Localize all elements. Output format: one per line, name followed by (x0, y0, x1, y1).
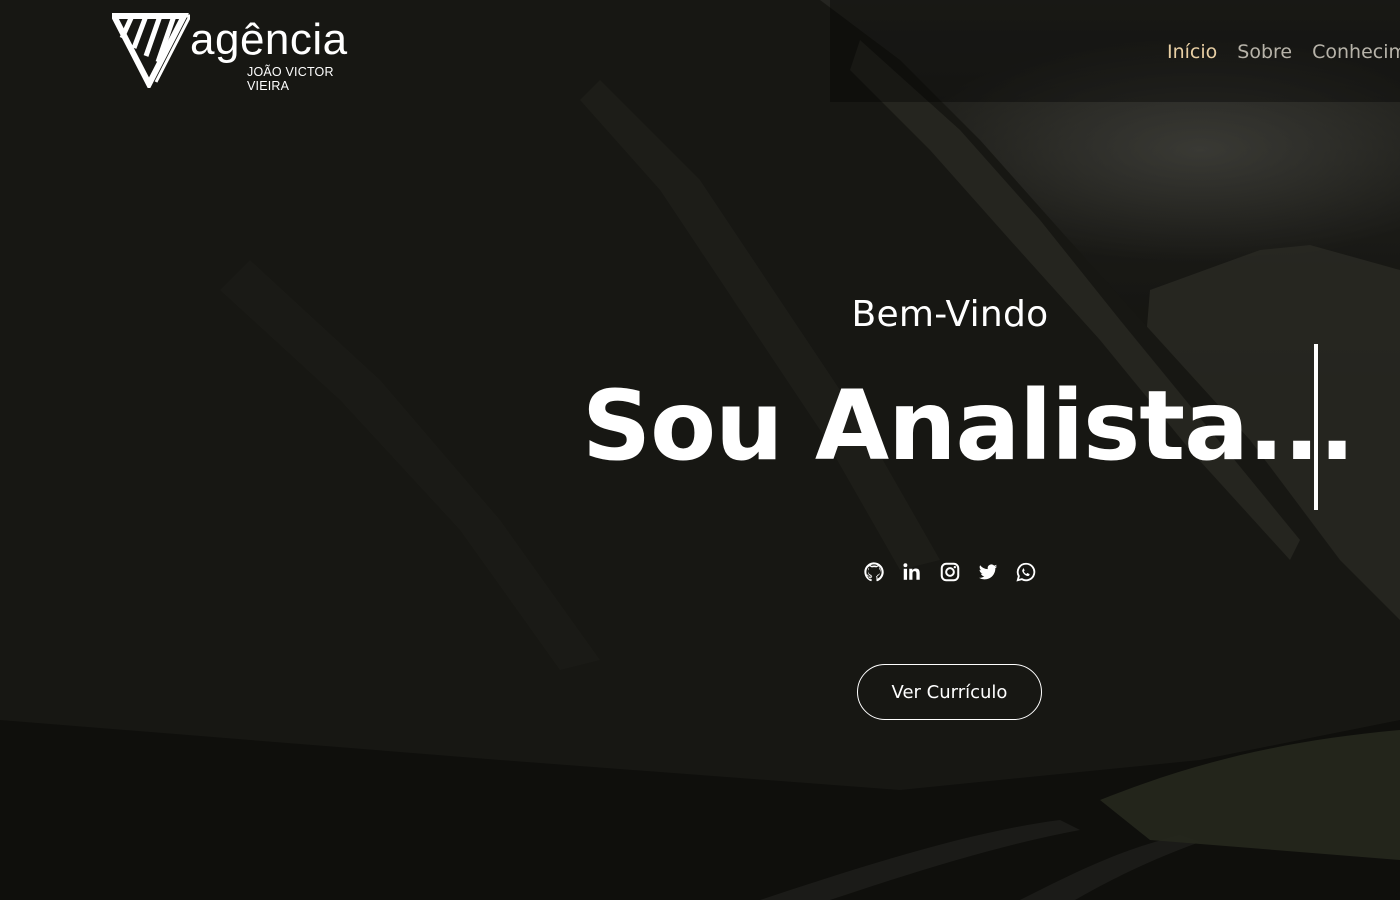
twitter-link[interactable] (976, 560, 1000, 584)
github-link[interactable] (862, 560, 886, 584)
twitter-icon (978, 564, 998, 580)
main-nav: Início Sobre Conhecim (1167, 38, 1400, 66)
hero-typed-title: Sou Analista... (582, 370, 1355, 482)
whatsapp-link[interactable] (1014, 560, 1038, 584)
instagram-link[interactable] (938, 560, 962, 584)
brand-logo[interactable]: agência JOÃO VICTOR VIEIRA (109, 12, 377, 93)
triangle-v-logo-icon (109, 12, 193, 91)
hero-greeting: Bem-Vindo (851, 294, 1049, 335)
nav-link-inicio[interactable]: Início (1167, 38, 1217, 66)
linkedin-link[interactable] (900, 560, 924, 584)
navbar: agência JOÃO VICTOR VIEIRA Início Sobre … (0, 0, 1400, 102)
view-resume-button[interactable]: Ver Currículo (857, 664, 1042, 720)
nav-link-conhecimentos[interactable]: Conhecim (1312, 38, 1400, 66)
brand-owner-name: JOÃO VICTOR VIEIRA (247, 65, 334, 93)
whatsapp-icon (1016, 562, 1036, 582)
linkedin-icon (903, 563, 920, 580)
social-links (862, 560, 1038, 584)
nav-link-sobre[interactable]: Sobre (1237, 38, 1292, 66)
brand-wordmark: agência (190, 15, 348, 64)
github-icon (864, 562, 884, 582)
typing-cursor (1314, 344, 1318, 510)
instagram-icon (940, 562, 960, 582)
page: agência JOÃO VICTOR VIEIRA Início Sobre … (0, 0, 1400, 900)
